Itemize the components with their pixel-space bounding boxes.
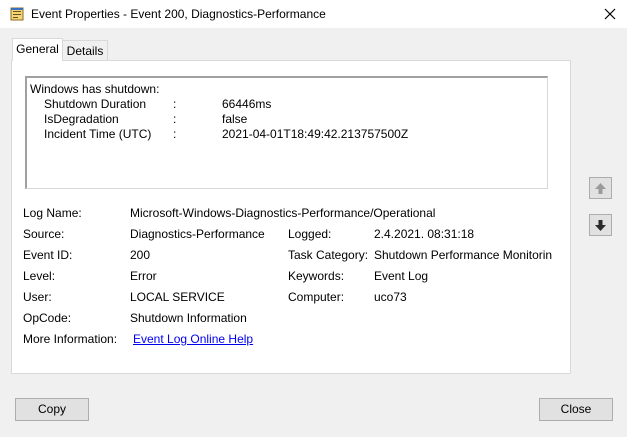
title-bar: Event Properties - Event 200, Diagnostic… xyxy=(0,0,627,28)
description-value-incident-time: 2021-04-01T18:49:42.213757500Z xyxy=(222,127,409,141)
computer-value[interactable]: uco73 xyxy=(374,290,407,304)
more-information-label: More Information: xyxy=(23,332,118,346)
event-log-online-help-link[interactable]: Event Log Online Help xyxy=(133,332,253,346)
description-value-shutdown-duration: 66446ms xyxy=(222,97,272,111)
description-heading: Windows has shutdown: xyxy=(30,82,160,96)
arrow-up-icon xyxy=(595,182,606,194)
close-button[interactable]: Close xyxy=(539,398,613,421)
event-description-box[interactable]: Windows has shutdown: Shutdown Duration … xyxy=(25,76,548,189)
log-name-value[interactable]: Microsoft-Windows-Diagnostics-Performanc… xyxy=(130,206,435,220)
computer-label: Computer: xyxy=(288,290,345,304)
window-close-button[interactable] xyxy=(596,2,624,26)
window-title: Event Properties - Event 200, Diagnostic… xyxy=(31,7,326,21)
copy-button[interactable]: Copy xyxy=(15,398,89,421)
tab-details[interactable]: Details xyxy=(63,40,108,60)
description-label-incident-time: Incident Time (UTC) xyxy=(44,127,152,141)
source-value[interactable]: Diagnostics-Performance xyxy=(130,227,265,241)
keywords-value[interactable]: Event Log xyxy=(374,269,428,283)
source-label: Source: xyxy=(23,227,65,241)
description-separator: : xyxy=(173,97,177,111)
event-properties-icon xyxy=(10,7,24,21)
logged-label: Logged: xyxy=(288,227,332,241)
tab-general[interactable]: General xyxy=(12,38,63,61)
user-label: User: xyxy=(23,290,52,304)
description-label-shutdown-duration: Shutdown Duration xyxy=(44,97,147,111)
task-category-label: Task Category: xyxy=(288,248,369,262)
description-label-isdegradation: IsDegradation xyxy=(44,112,119,126)
log-name-label: Log Name: xyxy=(23,206,82,220)
keywords-label: Keywords: xyxy=(288,269,345,283)
description-separator: : xyxy=(173,112,177,126)
arrow-down-icon xyxy=(595,219,606,231)
event-id-label: Event ID: xyxy=(23,248,73,262)
task-category-value[interactable]: Shutdown Performance Monitorin xyxy=(374,248,552,262)
event-id-value[interactable]: 200 xyxy=(130,248,150,262)
opcode-label: OpCode: xyxy=(23,311,72,325)
description-separator: : xyxy=(173,127,177,141)
underlying-window-strip xyxy=(0,431,627,437)
description-value-isdegradation: false xyxy=(222,112,248,126)
event-properties-window: Event Properties - Event 200, Diagnostic… xyxy=(0,0,627,437)
opcode-value[interactable]: Shutdown Information xyxy=(130,311,247,325)
level-label: Level: xyxy=(23,269,56,283)
close-icon xyxy=(604,8,616,20)
logged-value[interactable]: 2.4.2021. 08:31:18 xyxy=(374,227,474,241)
level-value[interactable]: Error xyxy=(130,269,157,283)
previous-event-button[interactable] xyxy=(589,177,612,199)
user-value[interactable]: LOCAL SERVICE xyxy=(130,290,225,304)
next-event-button[interactable] xyxy=(589,214,612,236)
